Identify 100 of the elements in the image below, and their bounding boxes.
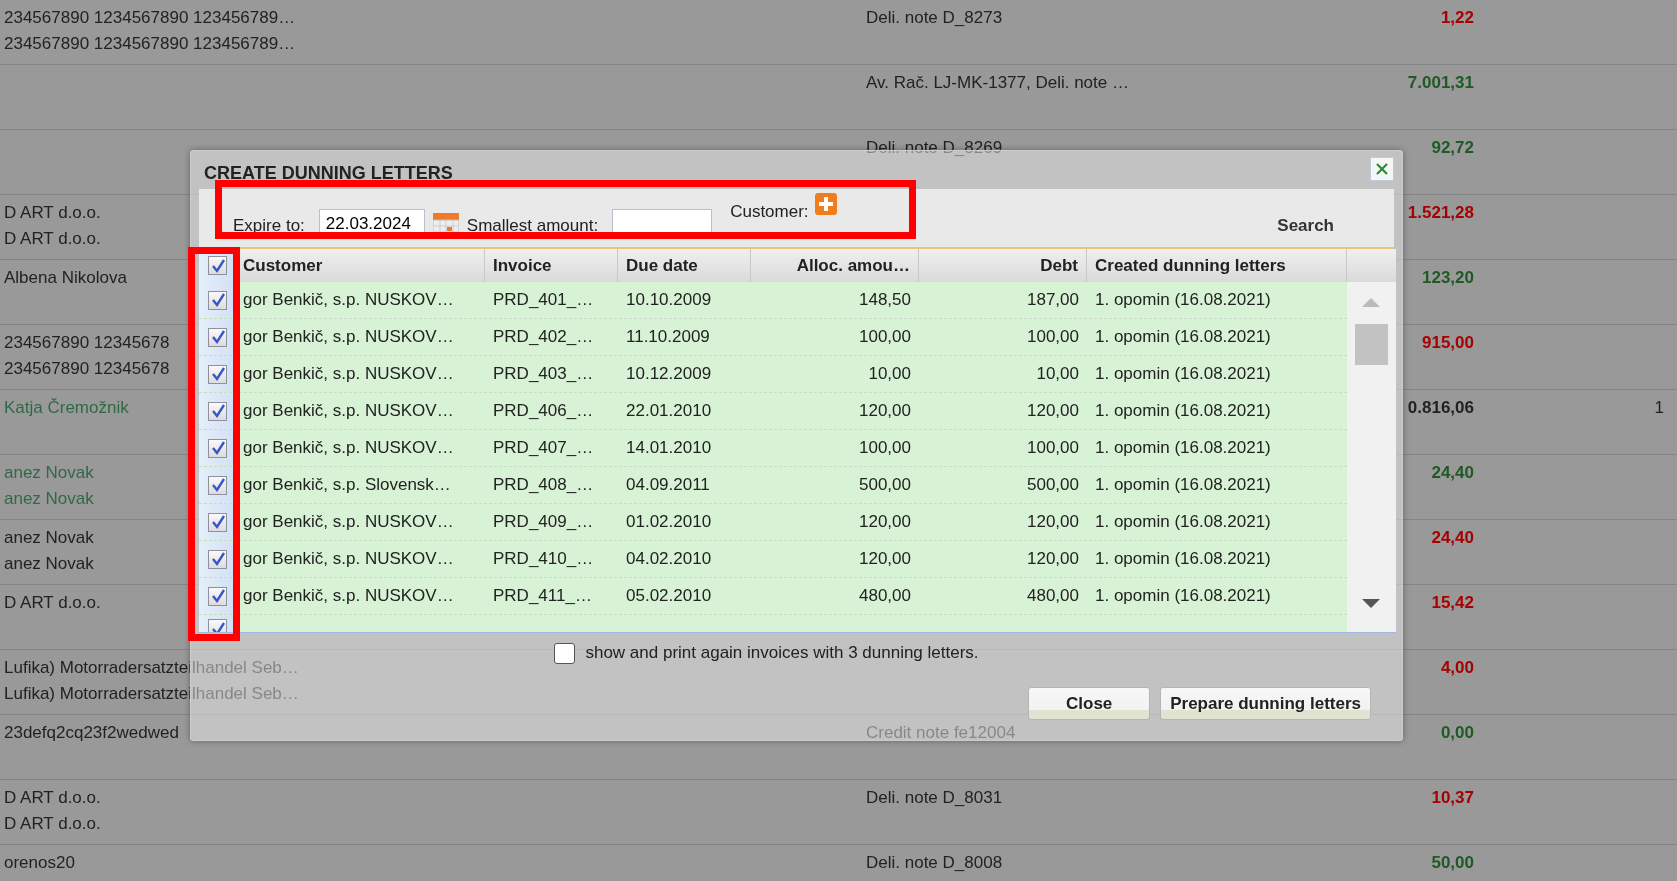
customer-name: D ART d.o.o. <box>4 202 101 224</box>
checkbox[interactable] <box>208 327 227 347</box>
table-cell-text: 120,00 <box>858 400 912 422</box>
customer-name: Albena Nikolova <box>4 267 127 289</box>
table-cell-text: gor Benkič, s.p. NUSKOV… <box>242 548 455 570</box>
table-cell-text: 10.12.2009 <box>625 363 713 385</box>
customer-name: D ART d.o.o. <box>4 592 101 614</box>
customer-name: orenos20 <box>4 852 75 874</box>
check-icon <box>209 329 226 345</box>
checkbox[interactable] <box>208 364 227 384</box>
check-icon <box>209 551 226 567</box>
amount-text: 1.521,28 <box>1407 203 1474 222</box>
checkbox[interactable] <box>208 438 227 458</box>
table-cell-text: gor Benkič, s.p. NUSKOV… <box>242 326 455 348</box>
table-cell-text: 1. opomin (16.08.2021) <box>1094 326 1272 348</box>
amount-text: 50,00 <box>1431 853 1474 872</box>
document-reference: Deli. note D_8008 <box>866 853 1003 872</box>
table-cell-text: 1. opomin (16.08.2021) <box>1094 400 1272 422</box>
customer-name: 234567890 1234567890 123456789… <box>4 33 296 55</box>
document-reference: Deli. note D_8031 <box>866 788 1003 807</box>
check-icon <box>209 514 226 530</box>
field-label: Expire to: <box>233 215 305 237</box>
amount-text: 1,22 <box>1440 8 1474 27</box>
table-cell-text: 100,00 <box>1026 437 1080 459</box>
check-icon <box>209 440 226 456</box>
scroll-down-button[interactable] <box>1362 599 1380 608</box>
amount-text: 4,00 <box>1440 658 1474 677</box>
customer-name: 234567890 12345678 <box>4 332 170 354</box>
check-icon <box>209 588 226 604</box>
checkbox[interactable] <box>208 256 227 275</box>
checkbox[interactable] <box>208 290 227 310</box>
table-cell-text: 100,00 <box>858 326 912 348</box>
table-cell-text: 1. opomin (16.08.2021) <box>1094 363 1272 385</box>
checkbox[interactable] <box>554 642 576 664</box>
field-label: Customer: <box>730 202 809 221</box>
amount-text: 0,00 <box>1440 723 1474 742</box>
checkbox[interactable] <box>208 586 227 606</box>
table-cell-text: 500,00 <box>1026 474 1080 496</box>
table-cell-text: PRD_403_… <box>492 363 595 385</box>
check-icon <box>209 477 226 493</box>
table-cell-text: 10,00 <box>1035 363 1080 385</box>
search-button[interactable]: Search <box>1277 213 1334 239</box>
table-cell-text: gor Benkič, s.p. NUSKOV… <box>242 400 455 422</box>
table-cell-text: PRD_402_… <box>492 326 595 348</box>
table-cell-text: 120,00 <box>1026 511 1080 533</box>
table-cell-text: gor Benkič, s.p. NUSKOV… <box>242 437 455 459</box>
table-cell-text: 480,00 <box>1026 585 1080 607</box>
table-cell-text: 1. opomin (16.08.2021) <box>1094 548 1272 570</box>
table-cell-text: 10,00 <box>867 363 912 385</box>
check-icon <box>209 257 226 274</box>
checkbox[interactable] <box>208 549 227 569</box>
table-cell-text: PRD_407_… <box>492 437 595 459</box>
amount-text: 7.001,31 <box>1407 73 1474 92</box>
table-cell-text: 120,00 <box>1026 400 1080 422</box>
customer-name: anez Novak <box>4 462 94 484</box>
table-cell-text: gor Benkič, s.p. NUSKOV… <box>242 363 455 385</box>
customer-name: anez Novak <box>4 553 94 575</box>
table-cell-text: 1. opomin (16.08.2021) <box>1094 437 1272 459</box>
customer-name: 234567890 12345678 <box>4 358 170 380</box>
prepare-button[interactable]: Prepare dunning letters <box>1160 687 1371 720</box>
table-cell-text: PRD_401_… <box>492 289 595 311</box>
checkbox[interactable] <box>208 475 227 495</box>
field-label: Smallest amount: <box>466 215 599 237</box>
document-reference: Credit note fe12004 <box>866 723 1016 742</box>
amount-text: 0.816,06 <box>1407 398 1474 417</box>
scrollbar-thumb[interactable] <box>1355 324 1388 365</box>
close-button[interactable]: Close <box>1028 687 1151 720</box>
check-icon <box>209 366 226 382</box>
customer-name: D ART d.o.o. <box>4 787 101 809</box>
amount-text: 10,37 <box>1431 788 1474 807</box>
customer-name: 234567890 1234567890 123456789… <box>4 7 296 29</box>
table-cell-text: 14.01.2010 <box>625 437 713 459</box>
table-cell-text: gor Benkič, s.p. Slovensk… <box>242 474 452 496</box>
table-cell-text: 120,00 <box>858 548 912 570</box>
table-cell-text: gor Benkič, s.p. NUSKOV… <box>242 289 455 311</box>
table-cell-text: 480,00 <box>858 585 912 607</box>
checkbox[interactable] <box>208 512 227 532</box>
table-cell-text: 05.02.2010 <box>625 585 713 607</box>
add-icon[interactable] <box>814 193 837 215</box>
table-cell-text: 1. opomin (16.08.2021) <box>1094 585 1272 607</box>
table-cell-text: 04.02.2010 <box>625 548 713 570</box>
table-cell-text: gor Benkič, s.p. NUSKOV… <box>242 585 455 607</box>
table-cell-text: 148,50 <box>858 289 912 311</box>
table-cell-text: PRD_408_… <box>492 474 595 496</box>
customer-name: Katja Čremožnik <box>4 397 129 419</box>
document-reference: Av. Rač. LJ-MK-1377, Deli. note … <box>866 73 1129 92</box>
customer-name: anez Novak <box>4 488 94 510</box>
dialog-title: CREATE DUNNING LETTERS <box>204 162 453 185</box>
table-cell-text: 04.09.2011 <box>625 474 711 496</box>
table-cell-text: PRD_410_… <box>492 548 595 570</box>
amount-text: 1 <box>1654 398 1664 417</box>
customer-name: D ART d.o.o. <box>4 228 101 250</box>
checkbox[interactable] <box>208 401 227 421</box>
amount-text: 15,42 <box>1431 593 1474 612</box>
close-button[interactable] <box>1370 157 1394 181</box>
amount-text: 24,40 <box>1431 463 1474 482</box>
customer-name: D ART d.o.o. <box>4 813 101 835</box>
amount-text: 915,00 <box>1422 333 1474 352</box>
table-cell-text: 11.10.2009 <box>625 326 711 348</box>
checkbox-label: show and print again invoices with 3 dunning letters. <box>585 642 979 665</box>
